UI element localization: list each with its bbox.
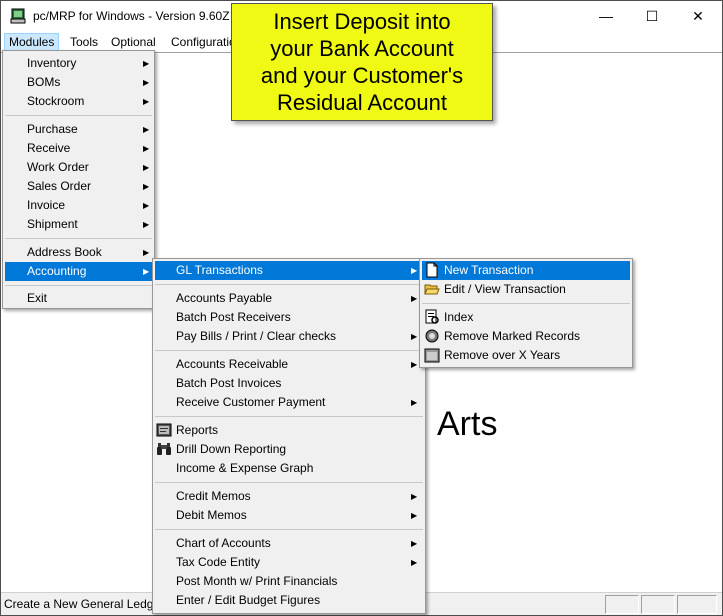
chevron-right-icon: ▶ xyxy=(143,125,150,134)
menu-item-accounts-receivable[interactable]: Accounts Receivable ▶ xyxy=(155,355,423,374)
menu-item-gl-transactions[interactable]: GL Transactions ▶ xyxy=(155,261,423,280)
menu-item-inventory[interactable]: Inventory ▶ xyxy=(5,54,152,73)
close-button[interactable]: ✕ xyxy=(675,1,721,31)
reports-icon xyxy=(156,423,172,437)
menu-item-work-order[interactable]: Work Order ▶ xyxy=(5,158,152,177)
logo-text: Arts xyxy=(437,405,498,443)
chevron-right-icon: ▶ xyxy=(411,511,418,520)
menu-configuration[interactable]: Configuratio xyxy=(167,33,240,51)
menu-item-chart-of-accounts[interactable]: Chart of Accounts ▶ xyxy=(155,534,423,553)
menu-item-budget-figures[interactable]: Enter / Edit Budget Figures xyxy=(155,591,423,610)
chevron-right-icon: ▶ xyxy=(411,398,418,407)
chevron-right-icon: ▶ xyxy=(143,201,150,210)
app-icon xyxy=(10,8,26,24)
menu-item-remove-marked-records[interactable]: Remove Marked Records xyxy=(422,327,630,346)
menu-item-income-expense-graph[interactable]: Income & Expense Graph xyxy=(155,459,423,478)
window-title: pc/MRP for Windows - Version 9.60Z xyxy=(33,9,230,23)
menu-item-stockroom[interactable]: Stockroom ▶ xyxy=(5,92,152,111)
menu-item-boms[interactable]: BOMs ▶ xyxy=(5,73,152,92)
status-text: Create a New General Ledger tr xyxy=(4,597,175,611)
gl-transactions-submenu: New Transaction Edit / View Transaction … xyxy=(419,258,633,368)
status-panel-1 xyxy=(605,595,639,614)
chevron-right-icon: ▶ xyxy=(143,267,150,276)
chevron-right-icon: ▶ xyxy=(143,163,150,172)
chevron-right-icon: ▶ xyxy=(143,220,150,229)
menu-item-new-transaction[interactable]: New Transaction xyxy=(422,261,630,280)
chevron-right-icon: ▶ xyxy=(143,97,150,106)
remove-records-icon xyxy=(425,329,439,343)
menu-item-exit[interactable]: Exit xyxy=(5,289,152,308)
status-panel-2 xyxy=(641,595,675,614)
menu-separator xyxy=(155,529,423,530)
menu-item-address-book[interactable]: Address Book ▶ xyxy=(5,243,152,262)
chevron-right-icon: ▶ xyxy=(411,492,418,501)
menu-item-receive[interactable]: Receive ▶ xyxy=(5,139,152,158)
chevron-right-icon: ▶ xyxy=(411,539,418,548)
chevron-right-icon: ▶ xyxy=(411,558,418,567)
maximize-button[interactable]: ☐ xyxy=(629,1,675,31)
chevron-right-icon: ▶ xyxy=(143,59,150,68)
modules-menu: Inventory ▶ BOMs ▶ Stockroom ▶ Purchase … xyxy=(2,50,155,309)
menu-item-reports[interactable]: Reports xyxy=(155,421,423,440)
chevron-right-icon: ▶ xyxy=(143,78,150,87)
chevron-right-icon: ▶ xyxy=(143,144,150,153)
menu-separator xyxy=(5,115,152,116)
menu-item-debit-memos[interactable]: Debit Memos ▶ xyxy=(155,506,423,525)
menu-item-edit-view-transaction[interactable]: Edit / View Transaction xyxy=(422,280,630,299)
menu-item-sales-order[interactable]: Sales Order ▶ xyxy=(5,177,152,196)
menu-item-index[interactable]: Index xyxy=(422,308,630,327)
menu-item-purchase[interactable]: Purchase ▶ xyxy=(5,120,152,139)
menu-separator xyxy=(155,482,423,483)
callout-text: Insert Deposit into your Bank Account an… xyxy=(260,9,464,115)
chevron-right-icon: ▶ xyxy=(143,248,150,257)
menu-item-receive-customer-payment[interactable]: Receive Customer Payment ▶ xyxy=(155,393,423,412)
menu-separator xyxy=(422,303,630,304)
menu-item-post-month[interactable]: Post Month w/ Print Financials xyxy=(155,572,423,591)
accounting-submenu: GL Transactions ▶ Accounts Payable ▶ Bat… xyxy=(152,258,426,614)
new-document-icon xyxy=(426,262,438,278)
open-folder-icon xyxy=(424,284,440,295)
status-panel-3 xyxy=(677,595,717,614)
menu-separator xyxy=(155,416,423,417)
menu-item-shipment[interactable]: Shipment ▶ xyxy=(5,215,152,234)
menu-item-accounting[interactable]: Accounting ▶ xyxy=(5,262,152,281)
chevron-right-icon: ▶ xyxy=(411,360,418,369)
menu-item-pay-bills[interactable]: Pay Bills / Print / Clear checks ▶ xyxy=(155,327,423,346)
menu-item-batch-post-invoices[interactable]: Batch Post Invoices xyxy=(155,374,423,393)
binoculars-icon xyxy=(157,443,171,455)
menu-item-accounts-payable[interactable]: Accounts Payable ▶ xyxy=(155,289,423,308)
index-icon xyxy=(425,309,439,324)
menu-item-drill-down-reporting[interactable]: Drill Down Reporting xyxy=(155,440,423,459)
menu-item-batch-post-receivers[interactable]: Batch Post Receivers xyxy=(155,308,423,327)
menu-item-tax-code-entity[interactable]: Tax Code Entity ▶ xyxy=(155,553,423,572)
menu-modules[interactable]: Modules xyxy=(4,33,60,51)
chevron-right-icon: ▶ xyxy=(411,332,418,341)
menu-item-remove-over-x-years[interactable]: Remove over X Years xyxy=(422,346,630,365)
menu-separator xyxy=(5,238,152,239)
minimize-button[interactable]: — xyxy=(583,1,629,31)
chevron-right-icon: ▶ xyxy=(143,182,150,191)
menu-tools[interactable]: Tools xyxy=(66,33,102,51)
menu-separator xyxy=(155,284,423,285)
callout-note: Insert Deposit into your Bank Account an… xyxy=(231,3,493,121)
menu-item-invoice[interactable]: Invoice ▶ xyxy=(5,196,152,215)
chevron-right-icon: ▶ xyxy=(411,266,418,275)
menu-separator xyxy=(5,285,152,286)
menu-item-credit-memos[interactable]: Credit Memos ▶ xyxy=(155,487,423,506)
menu-optional[interactable]: Optional xyxy=(107,33,160,51)
calendar-remove-icon xyxy=(424,348,440,363)
menu-separator xyxy=(155,350,423,351)
chevron-right-icon: ▶ xyxy=(411,294,418,303)
